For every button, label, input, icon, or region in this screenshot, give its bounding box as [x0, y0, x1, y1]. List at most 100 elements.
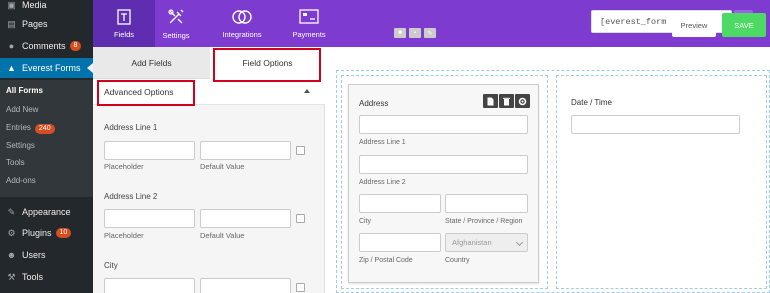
address-line-2-hide-checkbox[interactable] — [296, 214, 305, 223]
builder-header: Fields Settings Integrations Payments [e… — [93, 0, 770, 47]
wp-menu-label: Media — [22, 0, 47, 10]
save-button[interactable]: SAVE — [722, 13, 766, 37]
placeholder-label: Placeholder — [104, 162, 144, 171]
tab-settings[interactable]: Settings — [145, 0, 207, 47]
wp-menu-tools[interactable]: ⚒ Tools — [0, 267, 93, 287]
default-value-label: Default Value — [200, 162, 245, 171]
plugins-count-badge: 10 — [55, 228, 72, 238]
everest-forms-submenu: All Forms Add New Entries 240 Settings To… — [0, 80, 93, 197]
row-toolbar: ■ ▪ ✎ — [394, 28, 436, 38]
collapse-caret-icon[interactable] — [304, 89, 310, 93]
advanced-options-header[interactable]: Advanced Options — [93, 79, 325, 105]
tab-label: Integrations — [222, 29, 262, 39]
tab-label: Settings — [162, 30, 190, 40]
tab-payments[interactable]: Payments — [278, 0, 340, 47]
integrations-icon — [232, 9, 252, 24]
fields-icon — [117, 8, 131, 25]
tab-field-options[interactable]: Field Options — [210, 47, 325, 79]
state-label: State / Province / Region — [445, 218, 523, 225]
default-value-label: Default Value — [200, 231, 245, 240]
delete-field-icon[interactable] — [499, 94, 514, 108]
submenu-settings[interactable]: Settings — [6, 141, 35, 150]
duplicate-row-icon[interactable]: ■ — [394, 28, 406, 38]
plugins-icon: ⚙ — [7, 227, 16, 238]
submenu-add-new[interactable]: Add New — [6, 105, 38, 114]
wp-menu-label: Everest Forms — [22, 63, 81, 73]
wp-menu-label: Appearance — [22, 207, 71, 217]
field-settings-icon[interactable] — [515, 94, 530, 108]
address-line-2-default-input[interactable] — [200, 209, 291, 228]
delete-row-icon[interactable]: ▪ — [409, 28, 421, 38]
placeholder-label: Placeholder — [104, 231, 144, 240]
zip-input[interactable] — [359, 233, 441, 252]
city-default-input[interactable] — [200, 278, 291, 293]
address-line-1-placeholder-input[interactable] — [104, 141, 195, 160]
section-title-address-line-1: Address Line 1 — [104, 123, 158, 132]
address-line-1-default-input[interactable] — [200, 141, 291, 160]
duplicate-field-icon[interactable] — [483, 94, 498, 108]
submenu-all-forms[interactable]: All Forms — [6, 86, 43, 95]
preview-button[interactable]: Preview — [672, 13, 716, 37]
pages-icon: ▤ — [7, 18, 16, 29]
form-column-right — [556, 75, 767, 289]
everest-forms-icon: ▲ — [7, 63, 16, 73]
wp-menu-label: Pages — [22, 19, 48, 29]
city-placeholder-input[interactable] — [104, 278, 195, 293]
wp-menu-label: Tools — [22, 272, 44, 282]
address-line-2-placeholder-input[interactable] — [104, 209, 195, 228]
submenu-entries[interactable]: Entries 240 — [6, 123, 55, 134]
submenu-entries-label: Entries — [6, 123, 31, 132]
wp-admin-sidebar: ▣ Media ▤ Pages ● Comments 8 ▲ Everest F… — [0, 0, 93, 293]
wp-menu-label: Comments — [22, 41, 66, 51]
city-hide-checkbox[interactable] — [296, 283, 305, 292]
address-field-card[interactable]: Address Address Line 1 Address Line 2 Ci… — [348, 84, 539, 283]
chevron-down-icon — [515, 238, 524, 247]
media-icon: ▣ — [7, 0, 16, 10]
section-title-address-line-2: Address Line 2 — [104, 192, 158, 201]
wp-menu-everest-forms[interactable]: ▲ Everest Forms — [0, 58, 93, 78]
appearance-icon: ✎ — [7, 206, 16, 217]
wp-menu-users[interactable]: ☻ Users — [0, 245, 93, 265]
wp-menu-pages[interactable]: ▤ Pages — [0, 14, 93, 34]
state-input[interactable] — [445, 194, 528, 213]
document-icon — [487, 97, 494, 105]
edit-row-icon[interactable]: ✎ — [424, 28, 436, 38]
zip-label: Zip / Postal Code — [359, 257, 413, 264]
date-time-field-title: Date / Time — [571, 98, 612, 107]
settings-icon — [168, 8, 184, 23]
city-label: City — [359, 218, 372, 225]
field-options-panel: Add Fields Field Options Advanced Option… — [93, 47, 325, 293]
gear-icon — [518, 97, 527, 105]
city-input[interactable] — [359, 194, 441, 213]
field-actions — [483, 94, 530, 108]
advanced-options-title: Advanced Options — [104, 87, 174, 97]
entries-count-badge: 240 — [34, 124, 55, 134]
comments-icon: ● — [8, 41, 15, 51]
users-icon: ☻ — [6, 250, 17, 260]
date-time-input[interactable] — [571, 115, 740, 134]
submenu-add-ons[interactable]: Add-ons — [6, 176, 36, 185]
address-line-1-hide-checkbox[interactable] — [296, 146, 305, 155]
tab-label: Payments — [292, 29, 326, 39]
wp-menu-plugins[interactable]: ⚙ Plugins 10 — [0, 223, 93, 243]
wp-menu-label: Users — [22, 250, 46, 260]
wp-menu-label: Plugins — [22, 228, 52, 238]
address-line-2-label: Address Line 2 — [359, 179, 406, 186]
wp-menu-appearance[interactable]: ✎ Appearance — [0, 202, 93, 222]
tools-icon: ⚒ — [7, 271, 16, 282]
address-line-1-input[interactable] — [359, 115, 528, 134]
section-title-city: City — [104, 261, 118, 270]
address-line-2-input[interactable] — [359, 155, 528, 174]
submenu-tools[interactable]: Tools — [6, 158, 25, 167]
address-field-title: Address — [359, 99, 389, 108]
wp-menu-media[interactable]: ▣ Media — [0, 0, 93, 15]
trash-icon — [503, 97, 510, 105]
country-select[interactable]: Afghanistan — [445, 233, 528, 252]
address-line-1-label: Address Line 1 — [359, 139, 406, 146]
tab-add-fields[interactable]: Add Fields — [93, 47, 210, 79]
wp-menu-comments[interactable]: ● Comments 8 — [0, 36, 93, 56]
tab-integrations[interactable]: Integrations — [211, 0, 273, 47]
payments-icon — [299, 8, 319, 24]
tab-label: Fields — [113, 29, 134, 39]
comments-count-badge: 8 — [69, 41, 82, 51]
